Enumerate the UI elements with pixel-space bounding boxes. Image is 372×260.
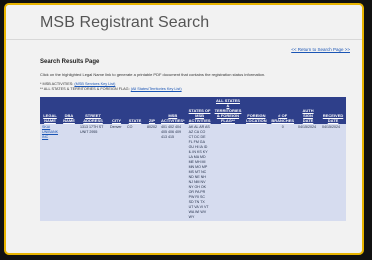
cell-all-states xyxy=(212,124,244,221)
col-city[interactable]: CITY xyxy=(108,97,125,124)
criteria-activities-label: * MSB ACTIVITIES: xyxy=(40,82,74,86)
page-title: MSB Registrant Search xyxy=(40,14,210,31)
col-street-address[interactable]: STREET ADDRESS xyxy=(78,97,108,124)
criteria-states-label: ** ALL STATES & TERRITORIES & FOREIGN FL… xyxy=(40,87,130,91)
col-states-of-msb[interactable]: STATES OF MSB ACTIVITIES xyxy=(186,97,213,124)
col-zip[interactable]: ZIP xyxy=(145,97,159,124)
col-dba-name[interactable]: DBA NAME xyxy=(60,97,78,124)
col-msb-activities[interactable]: MSB ACTIVITIES* xyxy=(159,97,187,124)
cell-zip: 80202 xyxy=(145,124,159,221)
instructions-text: Click on the highlighted Legal Name link… xyxy=(40,72,266,77)
cell-foreign-location xyxy=(243,124,270,221)
criteria-states: ** ALL STATES & TERRITORIES & FOREIGN FL… xyxy=(40,87,182,91)
cell-msb-activities: 401 402 404 405 406 409 413 415 xyxy=(159,124,187,221)
cell-street-address: 1313 17TH ST UNIT 2955 xyxy=(78,124,108,221)
col-branches[interactable]: # OF BRANCHES xyxy=(269,97,297,124)
col-state[interactable]: STATE xyxy=(125,97,145,124)
cell-state: CO xyxy=(125,124,145,221)
screen-frame: MSB Registrant Search << Return to Searc… xyxy=(4,3,364,255)
cell-branches: 0 xyxy=(269,124,297,221)
col-auth-sign-date[interactable]: AUTH SIGN DATE xyxy=(296,97,321,124)
col-legal-name[interactable]: LEGAL NAME xyxy=(40,97,60,124)
cell-legal-name[interactable]: SKAI UNIBANK INC xyxy=(40,124,60,221)
cell-received-date: 04/15/2024 xyxy=(320,124,347,221)
cell-dba-name xyxy=(60,124,78,221)
col-received-date[interactable]: RECEIVED DATE xyxy=(320,97,347,124)
results-table: LEGAL NAME DBA NAME STREET ADDRESS CITY … xyxy=(40,97,347,221)
table-row: SKAI UNIBANK INC 1313 17TH ST UNIT 2955 … xyxy=(40,124,347,221)
legal-name-link[interactable]: SKAI UNIBANK INC xyxy=(42,125,58,139)
page-header: MSB Registrant Search xyxy=(6,5,362,40)
cell-city: Denver xyxy=(108,124,125,221)
col-foreign-location[interactable]: FOREIGN LOCATION xyxy=(243,97,270,124)
msb-services-key-link[interactable]: (MSB Services Key List) xyxy=(74,82,115,86)
cell-states-of-msb: AK AL AR AS AZ CA CO CT DC DE FL FM GA G… xyxy=(186,124,213,221)
results-heading: Search Results Page xyxy=(40,59,100,65)
criteria-activities: * MSB ACTIVITIES: (MSB Services Key List… xyxy=(40,82,115,86)
cell-auth-sign-date: 04/15/2024 xyxy=(296,124,321,221)
return-to-search-link[interactable]: << Return to Search Page >> xyxy=(291,47,350,52)
col-all-states[interactable]: ALL STATES & TERRITORIES & FOREIGN FLAG*… xyxy=(212,97,244,124)
table-header-row: LEGAL NAME DBA NAME STREET ADDRESS CITY … xyxy=(40,97,347,124)
states-key-link[interactable]: (All States/Territories Key List) xyxy=(131,87,182,91)
